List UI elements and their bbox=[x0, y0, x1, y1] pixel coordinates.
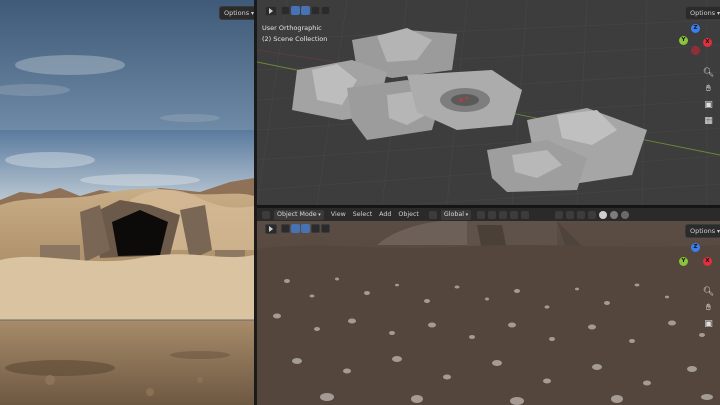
z-axis-icon[interactable]: Z bbox=[691, 24, 700, 33]
xray-icon[interactable] bbox=[588, 210, 597, 219]
orthographic-viewport[interactable]: User Orthographic (2) Scene Collection O… bbox=[257, 0, 720, 205]
proportional-edit-icon[interactable] bbox=[510, 210, 519, 219]
shading-material-icon[interactable] bbox=[610, 210, 619, 219]
menu-select[interactable]: Select bbox=[353, 211, 372, 218]
snap-icon[interactable] bbox=[488, 210, 497, 219]
shading-rendered-icon[interactable] bbox=[621, 210, 630, 219]
y-axis-icon-bottom[interactable]: Y bbox=[679, 257, 688, 266]
menu-object[interactable]: Object bbox=[398, 211, 419, 218]
intersect-mode-icon-bottom[interactable] bbox=[321, 224, 330, 233]
viewport-nav-buttons-bottom: 🔍︎ ✋︎ ▣ bbox=[703, 287, 714, 330]
select-mode-icon-bottom[interactable] bbox=[291, 224, 300, 233]
gizmo-toggle-icon[interactable] bbox=[566, 210, 575, 219]
subtract-mode-icon[interactable] bbox=[311, 6, 320, 15]
view-name-label: User Orthographic bbox=[262, 24, 322, 32]
zoom-icon[interactable]: 🔍︎ bbox=[703, 68, 714, 79]
intersect-mode-icon[interactable] bbox=[321, 6, 330, 15]
left-viewport-header: Options bbox=[0, 0, 254, 20]
orientation-icon[interactable] bbox=[428, 210, 437, 219]
render-viewport[interactable]: Options bbox=[0, 0, 254, 405]
blender-window: Options ▾ User Orthographic (2) Scene Co… bbox=[0, 0, 720, 405]
terrain-meshes bbox=[292, 28, 647, 192]
transform-orientation-dropdown[interactable]: Global bbox=[440, 209, 472, 220]
shading-solid-icon[interactable] bbox=[599, 210, 608, 219]
play-icon-bottom[interactable] bbox=[265, 224, 277, 234]
subtract-mode-icon-bottom[interactable] bbox=[311, 224, 320, 233]
navigation-gizmo-bottom[interactable]: Z Y X bbox=[675, 241, 715, 281]
select-box-icon[interactable] bbox=[281, 6, 290, 15]
top-options-button[interactable]: Options bbox=[685, 6, 720, 20]
overlay-icon[interactable] bbox=[577, 210, 586, 219]
camera-icon-bottom[interactable]: ▣ bbox=[703, 319, 714, 330]
x-axis-icon[interactable]: X bbox=[703, 38, 712, 47]
ortho-grid-icon[interactable]: ▦ bbox=[703, 116, 714, 127]
left-options-button[interactable]: Options bbox=[219, 6, 254, 20]
z-axis-icon-bottom[interactable]: Z bbox=[691, 243, 700, 252]
camera-icon[interactable]: ▣ bbox=[703, 100, 714, 111]
perspective-viewport[interactable]: Options Z Y X 🔍︎ ✋︎ ▣ bbox=[257, 221, 720, 405]
pivot-icon[interactable] bbox=[477, 210, 486, 219]
extend-mode-icon[interactable] bbox=[301, 6, 310, 15]
play-icon[interactable] bbox=[265, 6, 277, 16]
select-box-icon-bottom[interactable] bbox=[281, 224, 290, 233]
bottom-viewport-header: Object Mode View Select Add Object Globa… bbox=[257, 208, 720, 221]
collection-label: (2) Scene Collection bbox=[262, 35, 328, 43]
select-mode-icon[interactable] bbox=[291, 6, 300, 15]
object-mode-dropdown[interactable]: Object Mode bbox=[274, 209, 324, 220]
menu-add[interactable]: Add bbox=[379, 211, 391, 218]
y-axis-icon[interactable]: Y bbox=[679, 36, 688, 45]
top-header-toolbar bbox=[265, 6, 330, 16]
terrain-render bbox=[257, 221, 720, 405]
viewport-nav-buttons: 🔍︎ ✋︎ ▣ ▦ bbox=[703, 68, 714, 127]
neg-x-axis-icon[interactable] bbox=[691, 46, 700, 55]
desert-render-image bbox=[0, 0, 254, 405]
navigation-gizmo[interactable]: Z Y X bbox=[675, 22, 715, 62]
zoom-icon-bottom[interactable]: 🔍︎ bbox=[703, 287, 714, 298]
x-axis-icon-bottom[interactable]: X bbox=[703, 257, 712, 266]
viewport-info-overlay: User Orthographic (2) Scene Collection bbox=[262, 23, 327, 45]
visibility-icon[interactable] bbox=[555, 210, 564, 219]
bottom-header-toolbar bbox=[265, 224, 330, 234]
bottom-options-button[interactable]: Options bbox=[685, 224, 720, 238]
falloff-icon[interactable] bbox=[521, 210, 530, 219]
pan-hand-icon-bottom[interactable]: ✋︎ bbox=[703, 303, 714, 314]
menu-view[interactable]: View bbox=[331, 211, 346, 218]
editor-type-icon[interactable] bbox=[262, 210, 270, 219]
pan-hand-icon[interactable]: ✋︎ bbox=[703, 84, 714, 95]
extend-mode-icon-bottom[interactable] bbox=[301, 224, 310, 233]
snap-target-icon[interactable] bbox=[499, 210, 508, 219]
